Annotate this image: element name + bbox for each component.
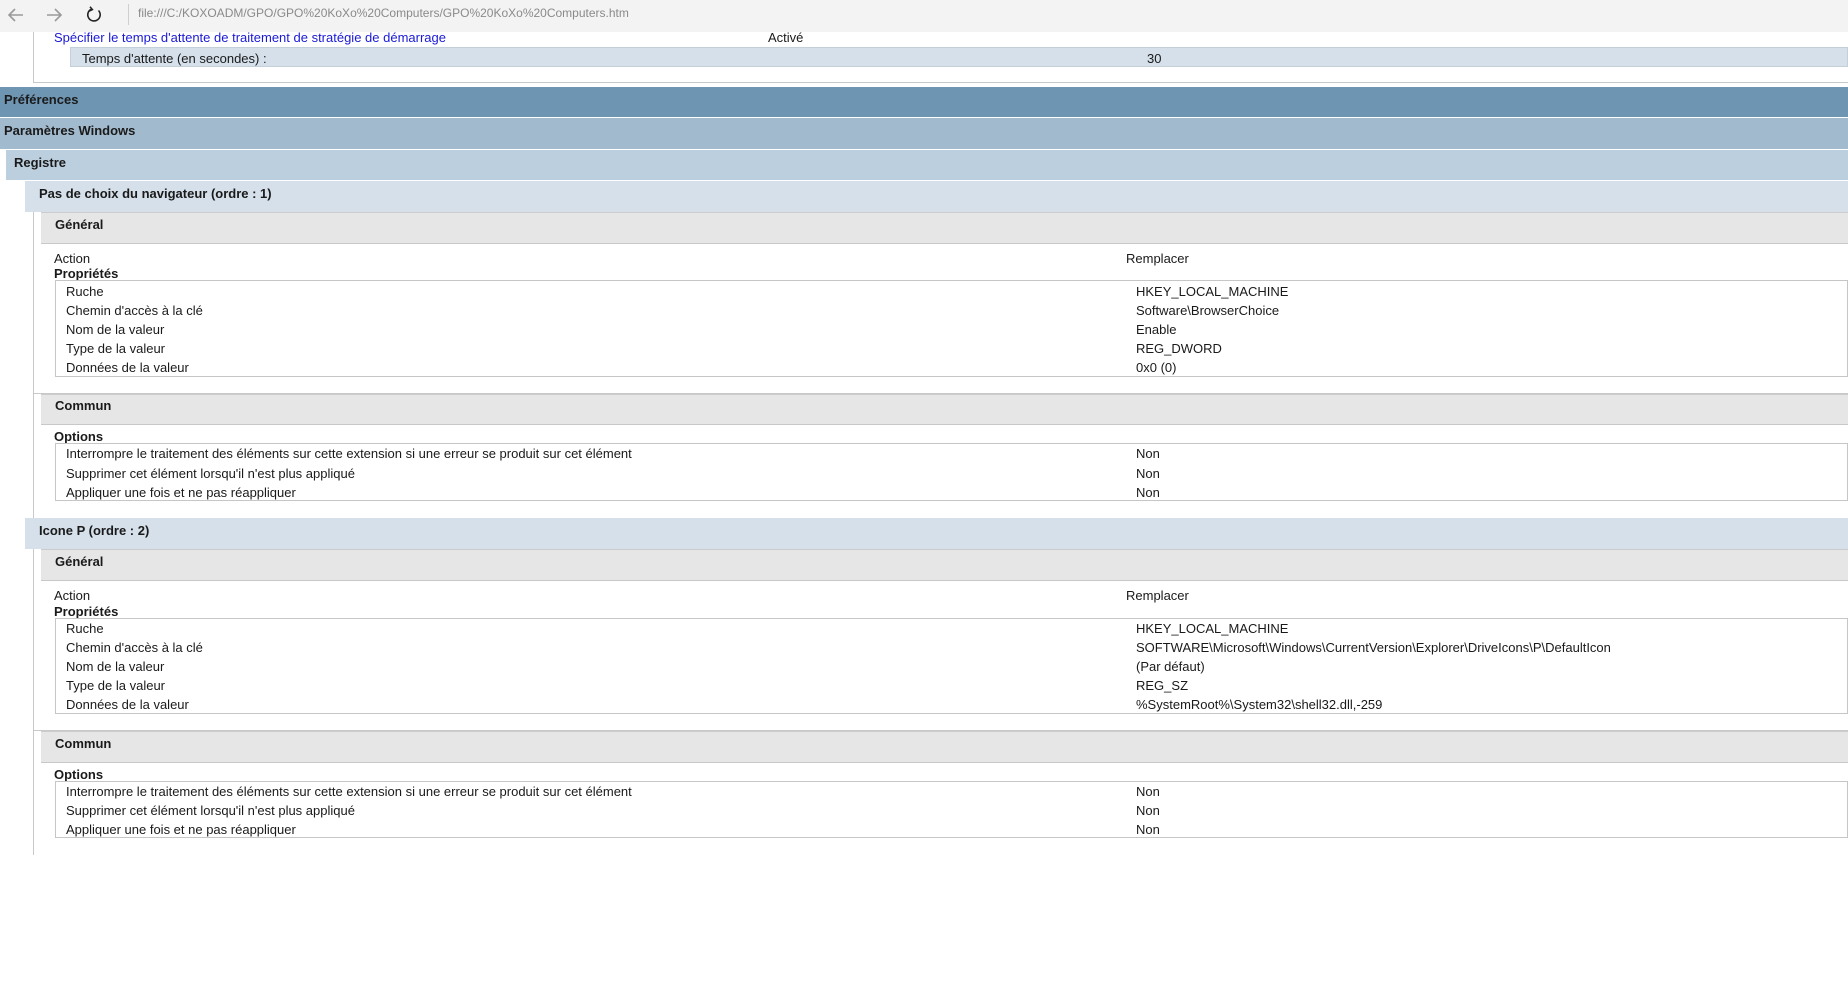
option-value: Non <box>1136 466 1160 481</box>
windows-settings-title: Paramètres Windows <box>4 123 136 138</box>
policy-sub-value: 30 <box>1147 51 1162 66</box>
option-value: Non <box>1136 803 1160 818</box>
property-label: Nom de la valeur <box>66 659 165 674</box>
option-value: Non <box>1136 485 1160 500</box>
property-value: REG_SZ <box>1136 678 1189 693</box>
common-divider <box>41 424 1848 425</box>
windows-settings-header[interactable] <box>0 118 1848 149</box>
option-value: Non <box>1136 784 1160 799</box>
property-value: 0x0 (0) <box>1136 360 1177 375</box>
preferences-title: Préférences <box>4 92 79 107</box>
property-label: Ruche <box>66 621 104 636</box>
preferences-header[interactable] <box>0 87 1848 117</box>
back-button[interactable] <box>0 0 32 30</box>
property-value: %SystemRoot%\System32\shell32.dll,-259 <box>1136 697 1383 712</box>
common-title: Commun <box>55 736 112 751</box>
property-label: Type de la valeur <box>66 678 166 693</box>
action-label: Action <box>54 251 91 266</box>
registry-header[interactable] <box>6 150 1848 180</box>
property-value: HKEY_LOCAL_MACHINE <box>1136 284 1289 299</box>
property-label: Chemin d'accès à la clé <box>66 640 203 655</box>
policy-sub-label: Temps d'attente (en secondes) : <box>82 51 267 66</box>
item-border-left <box>33 549 34 731</box>
item-border-left <box>33 731 34 855</box>
option-label: Interrompre le traitement des éléments s… <box>66 446 632 461</box>
common-divider <box>41 762 1848 763</box>
property-label: Type de la valeur <box>66 341 166 356</box>
property-value: SOFTWARE\Microsoft\Windows\CurrentVersio… <box>1136 640 1611 655</box>
action-value: Remplacer <box>1126 251 1189 266</box>
action-value: Remplacer <box>1126 588 1189 603</box>
property-label: Données de la valeur <box>66 360 189 375</box>
policy-state: Activé <box>768 30 804 45</box>
property-value: Enable <box>1136 322 1177 337</box>
address-divider <box>128 4 129 25</box>
registry-item-header[interactable] <box>25 518 1848 549</box>
property-label: Nom de la valeur <box>66 322 165 337</box>
property-value: HKEY_LOCAL_MACHINE <box>1136 621 1289 636</box>
registry-item-title: Pas de choix du navigateur (ordre : 1) <box>39 186 272 201</box>
arrow-left-icon <box>7 8 23 22</box>
options-label: Options <box>54 429 104 444</box>
policy-border-bottom <box>33 82 1848 83</box>
arrow-right-icon <box>47 8 63 22</box>
option-label: Appliquer une fois et ne pas réappliquer <box>66 485 296 500</box>
option-label: Interrompre le traitement des éléments s… <box>66 784 632 799</box>
option-label: Supprimer cet élément lorsqu'il n'est pl… <box>66 466 355 481</box>
general-header[interactable] <box>41 549 1848 581</box>
item-border-left <box>33 212 34 394</box>
properties-table <box>55 280 1848 377</box>
refresh-button[interactable] <box>78 0 110 30</box>
option-label: Appliquer une fois et ne pas réappliquer <box>66 822 296 837</box>
policy-sub-row <box>70 47 1848 67</box>
general-title: Général <box>55 554 104 569</box>
properties-label: Propriétés <box>54 604 119 619</box>
property-label: Chemin d'accès à la clé <box>66 303 203 318</box>
property-value: (Par défaut) <box>1136 659 1205 674</box>
general-divider <box>41 580 1848 581</box>
policy-border-left <box>33 32 34 83</box>
property-value: REG_DWORD <box>1136 341 1222 356</box>
common-title: Commun <box>55 398 112 413</box>
option-label: Supprimer cet élément lorsqu'il n'est pl… <box>66 803 355 818</box>
refresh-icon <box>86 6 101 22</box>
general-divider <box>41 243 1848 244</box>
action-label: Action <box>54 588 91 603</box>
option-value: Non <box>1136 446 1160 461</box>
property-label: Ruche <box>66 284 104 299</box>
common-header[interactable] <box>41 394 1848 425</box>
registry-item-title: Icone P (ordre : 2) <box>39 523 150 538</box>
policy-link[interactable]: Spécifier le temps d'attente de traiteme… <box>54 30 446 45</box>
properties-table <box>55 618 1848 714</box>
common-header[interactable] <box>41 731 1848 763</box>
property-value: Software\BrowserChoice <box>1136 303 1280 318</box>
property-label: Données de la valeur <box>66 697 189 712</box>
forward-button[interactable] <box>38 0 70 30</box>
general-header[interactable] <box>41 212 1848 244</box>
item-border-left <box>33 394 34 518</box>
properties-label: Propriétés <box>54 266 119 281</box>
registry-title: Registre <box>14 155 67 170</box>
address-bar[interactable]: file:///C:/KOXOADM/GPO/GPO%20KoXo%20Comp… <box>138 6 629 20</box>
options-label: Options <box>54 767 104 782</box>
option-value: Non <box>1136 822 1160 837</box>
general-title: Général <box>55 217 104 232</box>
registry-item-header[interactable] <box>25 181 1848 212</box>
